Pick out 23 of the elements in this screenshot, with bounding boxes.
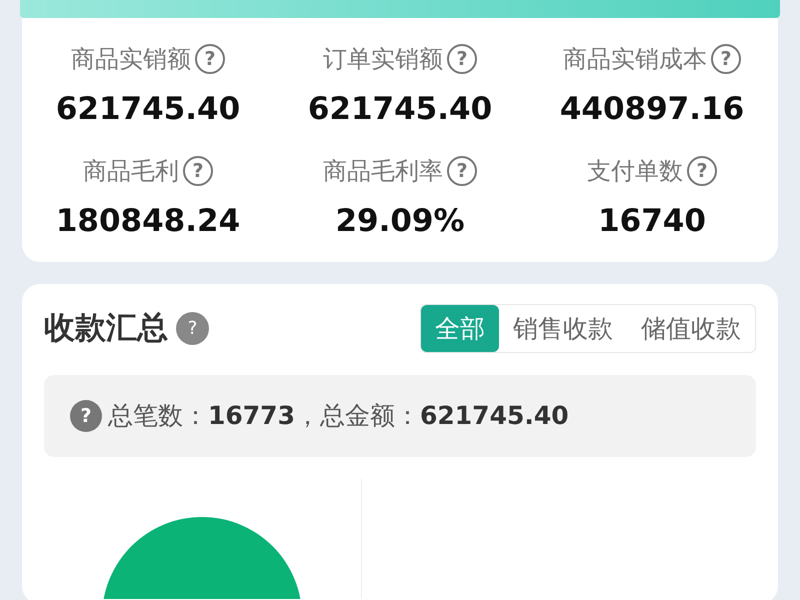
help-icon[interactable]: ? — [176, 312, 209, 346]
help-icon[interactable]: ? — [447, 156, 477, 186]
metric-value: 29.09% — [335, 204, 465, 238]
metric-label: 订单实销额 — [323, 44, 443, 74]
metric-label: 商品毛利 — [83, 156, 179, 186]
metric-value: 621745.40 — [308, 92, 492, 126]
metric-value: 621745.40 — [56, 92, 240, 126]
section-title: 收款汇总 — [44, 309, 168, 348]
help-icon[interactable]: ? — [447, 44, 477, 74]
help-icon[interactable]: ? — [711, 44, 741, 74]
help-icon[interactable]: ? — [70, 400, 102, 432]
summary-text: 总笔数：16773，总金额：621745.40 — [108, 400, 569, 432]
filter-tab[interactable]: 全部 — [421, 305, 499, 352]
help-icon[interactable]: ? — [183, 156, 213, 186]
metric-value: 16740 — [598, 204, 706, 238]
help-icon[interactable]: ? — [687, 156, 717, 186]
metric-label: 商品实销成本 — [563, 44, 707, 74]
metric-label: 商品实销额 — [71, 44, 191, 74]
help-icon[interactable]: ? — [195, 44, 225, 74]
metric-label: 商品毛利率 — [323, 156, 443, 186]
metric-value: 180848.24 — [56, 204, 240, 238]
metric-label: 支付单数 — [587, 156, 683, 186]
metric-value: 440897.16 — [560, 92, 744, 126]
